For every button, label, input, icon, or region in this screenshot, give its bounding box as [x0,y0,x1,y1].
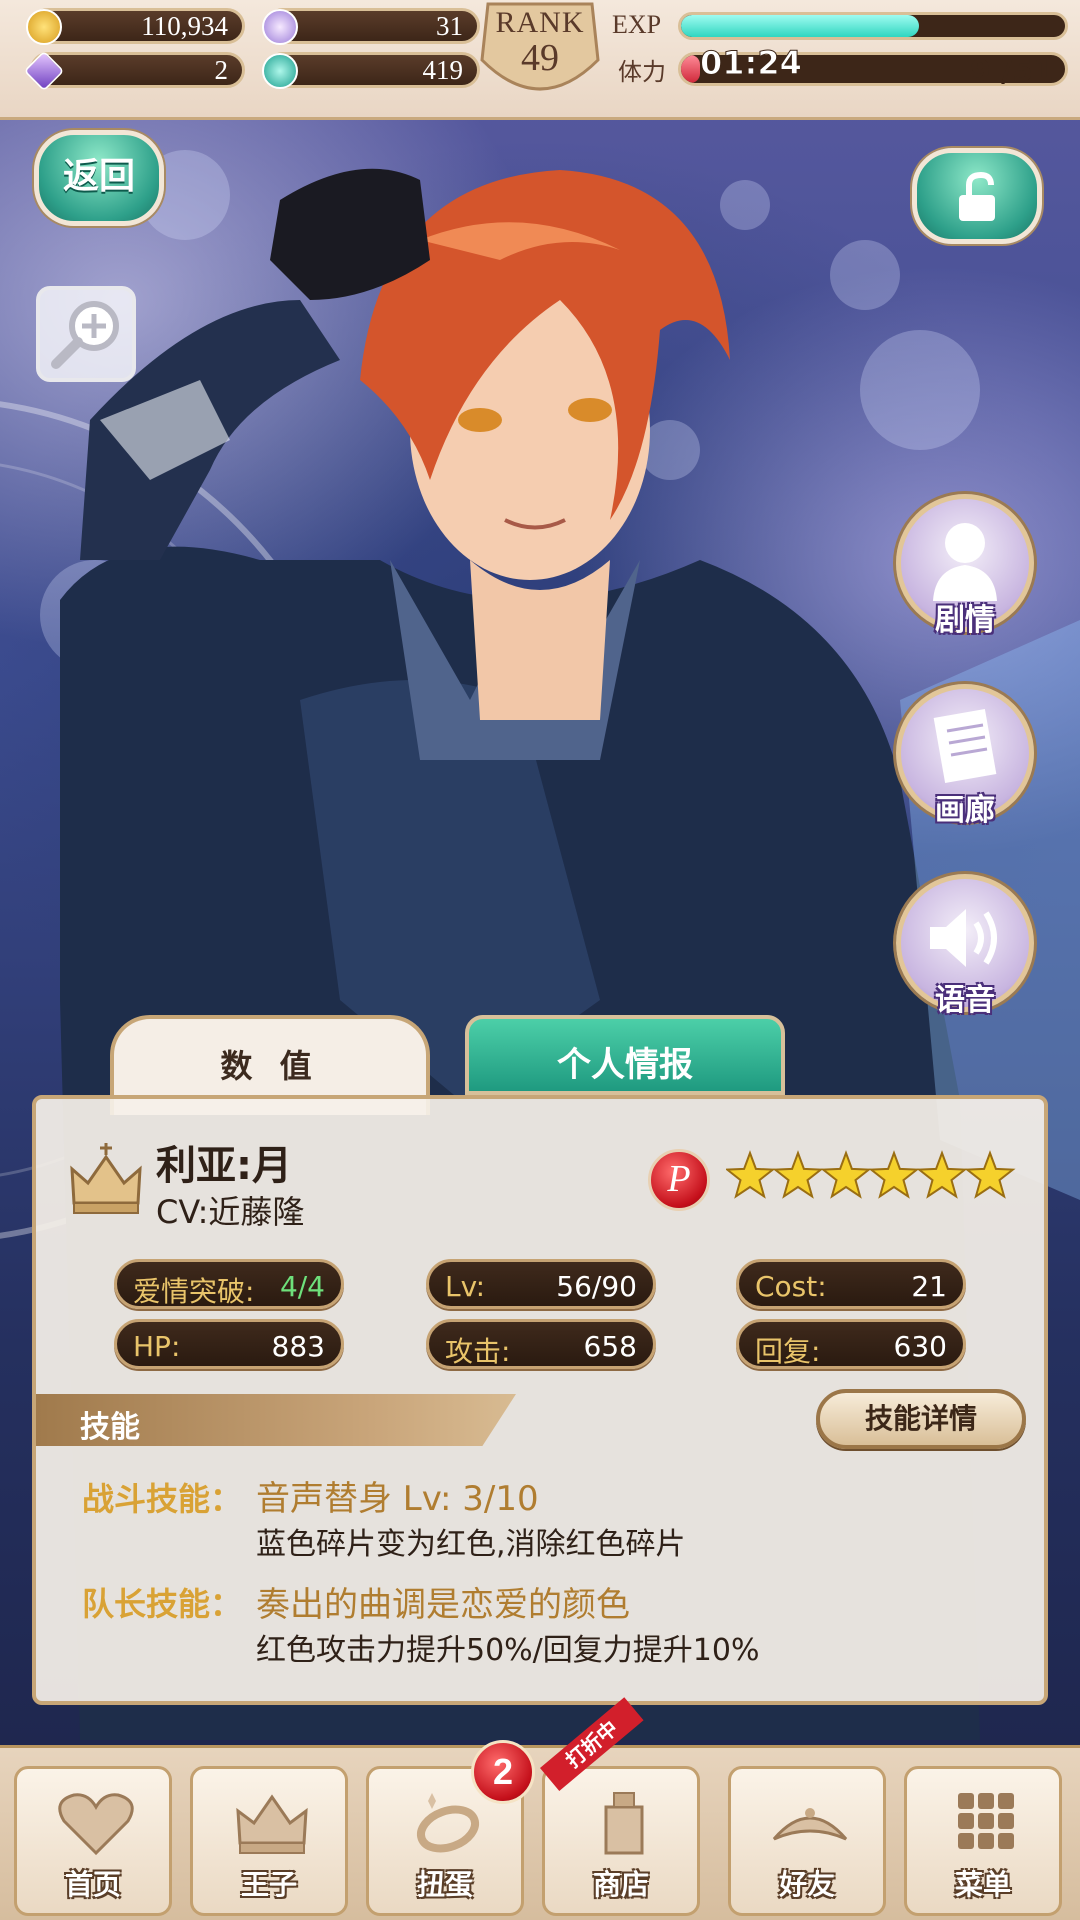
rank-value: 49 [521,37,559,79]
gem-value: 2 [214,55,229,85]
skill-details-button-label: 技能详情 [864,1402,977,1435]
battle-skill-label: 战斗技能： [82,1480,243,1518]
leader-skill-name: 奏出的曲调是恋爱的颜色 [256,1585,630,1625]
tab-profile-label: 个人情报 [557,1045,693,1085]
gold-coin-icon [26,9,62,45]
character-voice-actor: CV:近藤隆 [156,1193,305,1231]
nav-menu-label: 菜单 [954,1868,1011,1901]
stat-hp: HP: 883 [114,1319,344,1369]
zoom-in-icon [51,301,119,369]
tab-profile[interactable]: 个人情报 [465,1015,785,1095]
unlock-icon [959,171,995,221]
voice-button[interactable]: 语音 [896,874,1034,1018]
nav-princes-label: 王子 [240,1868,297,1901]
nav-friends[interactable]: 好友 [728,1766,886,1916]
leader-skill-label: 队长技能： [82,1585,243,1623]
lock-toggle-button[interactable] [912,148,1042,244]
gallery-button-label: 画廊 [935,793,995,828]
gallery-button[interactable]: 画廊 [896,684,1034,828]
zoom-button[interactable] [36,286,136,382]
stat-key: 爱情突破: [133,1275,255,1308]
nav-menu[interactable]: 菜单 [904,1766,1062,1916]
exp-bar-fill [681,15,920,37]
stamina-label: 体力 [618,60,666,86]
feather-icon [262,9,298,45]
card-info-panel: 利亚:月 CV:近藤隆 P 爱情突破: 4/4 Lv: 56/90 Cost: … [32,1095,1048,1705]
stat-value: 630 [893,1330,947,1363]
gold-value: 110,934 [141,11,228,41]
feather-value: 31 [436,11,463,41]
rarity-badge-label: P [667,1158,691,1200]
rank-badge: RANK 49 [478,0,602,118]
character-name: 利亚:月 [156,1143,292,1189]
stat-value: 883 [271,1330,325,1363]
stat-cost: Cost: 21 [736,1259,966,1309]
exp-bar [678,12,1068,40]
stat-value: 658 [583,1330,637,1363]
teal-coin-icon [262,53,298,89]
battle-skill-name: 音声替身 Lv: 3/10 [256,1479,539,1519]
rank-label: RANK [495,6,585,39]
crown-icon [236,1794,308,1854]
gold-counter: 110,934 [30,8,245,44]
nav-princes[interactable]: 王子 [190,1766,348,1916]
stat-recovery: 回复: 630 [736,1319,966,1369]
nav-gacha-label: 扭蛋 [416,1868,473,1901]
star-icon [772,1150,824,1199]
heart-icon [58,1793,134,1856]
stat-value: 56/90 [556,1270,637,1303]
rarity-stars [726,1150,1016,1199]
tab-stats-label: 数 值 [220,1047,320,1085]
story-button[interactable]: 剧情 [896,494,1034,638]
stat-key: Cost: [755,1270,827,1303]
stat-key: 攻击: [445,1335,511,1368]
crown-icon [70,1143,142,1214]
skills-header: 技能 [36,1394,516,1446]
back-button-label: 返回 [62,156,135,197]
rarity-badge: P [648,1149,710,1211]
stat-key: 回复: [755,1335,821,1368]
stat-value: 21 [911,1270,947,1303]
story-button-label: 剧情 [935,603,995,638]
star-icon [964,1150,1016,1199]
stamina-bar-fill [681,55,701,83]
ring-icon [416,1793,480,1853]
teal-coin-value: 419 [422,55,464,85]
grid-menu-icon [958,1793,1014,1849]
silhouette-icon [933,523,997,601]
stat-value: 4/4 [279,1270,325,1303]
nav-shop-label: 商店 [592,1868,649,1901]
star-icon [868,1150,920,1199]
stamina-count: 9 /51 [969,54,1054,89]
tiara-icon [772,1808,848,1841]
back-button[interactable]: 返回 [34,130,164,226]
skill-details-button[interactable]: 技能详情 [816,1389,1026,1449]
nav-shop[interactable]: 商店 [542,1766,700,1916]
stamina-timer: 01:24 [700,44,803,83]
speaker-icon [930,909,997,967]
nav-friends-label: 好友 [778,1868,835,1901]
stat-level: Lv: 56/90 [426,1259,656,1309]
stat-key: Lv: [445,1270,486,1303]
nav-home-label: 首页 [64,1868,121,1901]
voice-button-label: 语音 [935,983,995,1018]
star-icon [916,1150,968,1199]
nav-home[interactable]: 首页 [14,1766,172,1916]
shop-icon [604,1792,644,1855]
star-icon [820,1150,872,1199]
exp-label: EXP [612,10,662,39]
skills-header-label: 技能 [80,1410,140,1445]
gallery-icon [933,708,997,784]
gacha-badge-count: 2 [492,1751,514,1792]
status-bar: 110,934 31 2 419 RANK 49 EXP 体力 01:24 9 … [0,0,1080,120]
star-icon [726,1150,776,1199]
stat-key: HP: [133,1330,181,1363]
stat-love-break: 爱情突破: 4/4 [114,1259,344,1309]
gacha-notification-badge: 2 [471,1740,535,1804]
bottom-navigation: 首页 王子 扭蛋 商店 好友 菜单 [0,1745,1080,1920]
battle-skill-description: 蓝色碎片变为红色,消除红色碎片 [256,1527,686,1562]
leader-skill-description: 红色攻击力提升50%/回复力提升10% [256,1633,760,1668]
stat-attack: 攻击: 658 [426,1319,656,1369]
